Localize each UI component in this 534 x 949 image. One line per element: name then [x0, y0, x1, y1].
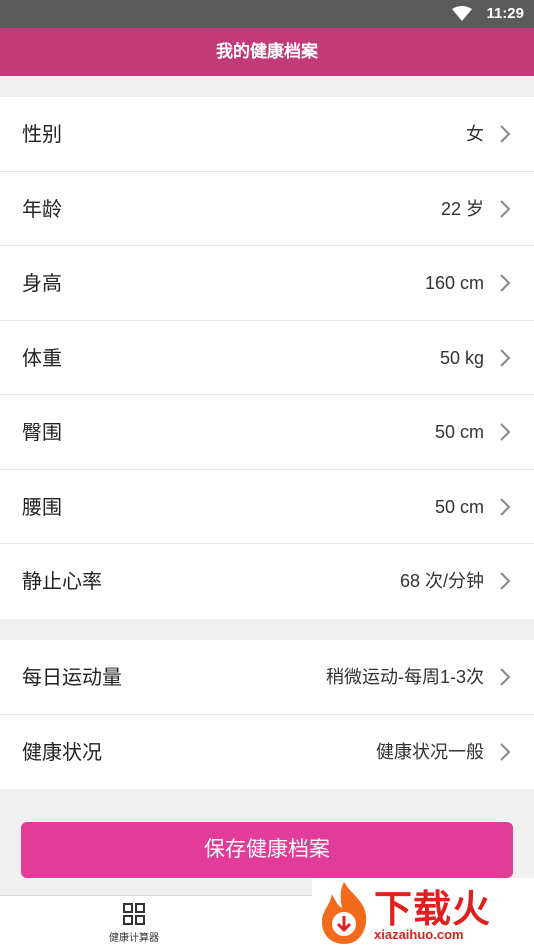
row-value: 50 kg: [439, 347, 484, 368]
chevron-right-icon: [500, 423, 511, 441]
row-value: 健康状况一般: [376, 741, 484, 762]
row-value: 女: [466, 124, 484, 144]
status-time: 11:29: [486, 5, 524, 22]
row-age[interactable]: 年龄 22 岁: [0, 172, 534, 246]
row-label: 性别: [22, 122, 62, 146]
chevron-right-icon: [500, 348, 511, 367]
row-label: 年龄: [22, 196, 62, 221]
row-waist[interactable]: 腰围 50 cm: [0, 470, 534, 544]
row-gender[interactable]: 性别 女: [0, 97, 534, 172]
row-value: 160 cm: [424, 273, 484, 293]
row-value: 50 cm: [434, 422, 484, 442]
lifestyle-group: 每日运动量 稍微运动-每周1-3次 健康状况 健康状况一般: [0, 640, 534, 789]
chevron-right-icon: [500, 668, 511, 686]
row-health-status[interactable]: 健康状况 健康状况一般: [0, 715, 534, 790]
row-label: 臀围: [22, 420, 62, 444]
row-daily-exercise[interactable]: 每日运动量 稍微运动-每周1-3次: [0, 640, 534, 715]
wifi-icon: [452, 6, 472, 21]
row-value: 50 cm: [434, 496, 484, 517]
chevron-right-icon: [500, 572, 511, 590]
tab-health-calculator[interactable]: 健康计算器: [100, 902, 168, 946]
chevron-right-icon: [500, 199, 511, 218]
watermark-logo: 下载火 xiazaihuo.com: [312, 878, 534, 949]
row-resting-heart-rate[interactable]: 静止心率 68 次/分钟: [0, 544, 534, 619]
flame-logo-icon: [322, 882, 367, 944]
row-label: 健康状况: [22, 739, 102, 764]
row-hip[interactable]: 臀围 50 cm: [0, 395, 534, 470]
chevron-right-icon: [500, 497, 511, 516]
watermark-url: xiazaihuo.com: [374, 927, 464, 942]
tab-label: 健康计算器: [109, 933, 159, 944]
chevron-right-icon: [500, 125, 511, 143]
chevron-right-icon: [500, 742, 511, 761]
row-value: 22 岁: [440, 198, 484, 219]
row-label: 每日运动量: [22, 665, 122, 689]
profile-group: 性别 女 年龄 22 岁 身高 160 cm 体重 50 kg 臀围 50 cm…: [0, 97, 534, 619]
grid-icon: [123, 903, 145, 925]
row-value: 68 次/分钟: [399, 571, 484, 591]
status-bar: 11:29: [0, 0, 534, 28]
page-title: 我的健康档案: [0, 28, 534, 76]
row-height[interactable]: 身高 160 cm: [0, 246, 534, 321]
chevron-right-icon: [500, 274, 511, 292]
row-label: 腰围: [22, 494, 62, 519]
row-label: 体重: [22, 345, 62, 370]
row-value: 稍微运动-每周1-3次: [325, 667, 484, 687]
row-weight[interactable]: 体重 50 kg: [0, 321, 534, 395]
save-profile-button[interactable]: 保存健康档案: [21, 822, 513, 878]
row-label: 静止心率: [22, 569, 102, 593]
watermark-text: 下载火: [374, 887, 492, 931]
row-label: 身高: [22, 271, 62, 295]
